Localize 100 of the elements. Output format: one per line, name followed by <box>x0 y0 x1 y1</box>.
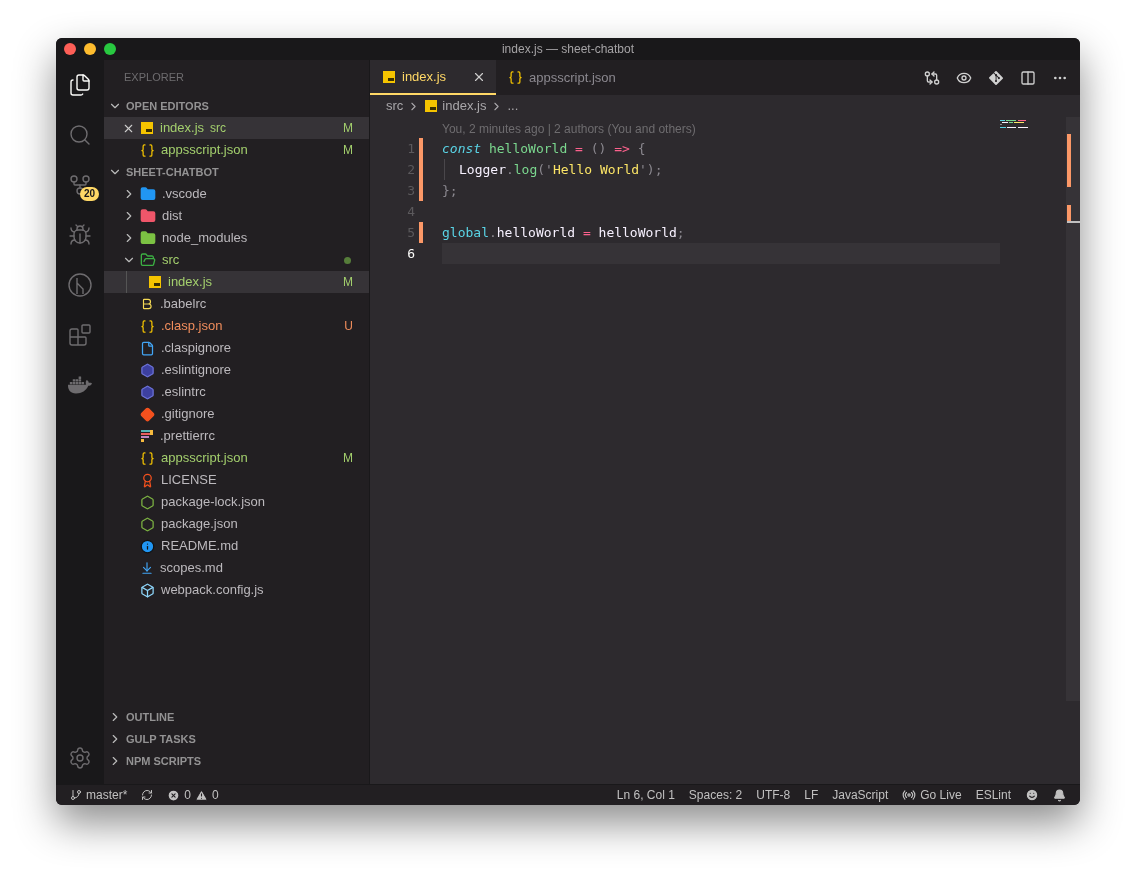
extensions-icon[interactable] <box>68 323 92 347</box>
diamond-icon <box>140 406 155 422</box>
b-letter-icon <box>140 297 154 311</box>
explorer-icon[interactable] <box>68 73 92 97</box>
section-header[interactable]: NPM SCRIPTS <box>104 750 369 772</box>
editor-tab[interactable]: appsscript.json <box>496 60 626 95</box>
file-name: .gitignore <box>161 405 215 424</box>
tree-row[interactable]: dist <box>104 205 369 227</box>
breadcrumb-item[interactable]: ... <box>507 96 519 116</box>
tree-row[interactable]: index.js src M <box>104 117 369 139</box>
error-icon <box>167 788 181 802</box>
tree-row[interactable]: src <box>104 249 369 271</box>
bell-icon[interactable] <box>1053 788 1066 802</box>
file-name: package.json <box>161 515 238 534</box>
file-name: .eslintignore <box>161 361 232 380</box>
status-item[interactable]: LF <box>804 786 819 804</box>
git-diamond-icon[interactable] <box>988 69 1004 86</box>
git-status-letter: M <box>343 120 353 137</box>
circle-branch-icon[interactable] <box>67 272 93 298</box>
problems-status[interactable]: 0 0 <box>167 786 219 804</box>
folder-icon <box>140 186 156 202</box>
section-header[interactable]: SHEET-CHATBOT <box>104 161 369 183</box>
tree-row[interactable]: scopes.md <box>104 557 369 579</box>
branch-icon <box>70 789 82 801</box>
code-line: const helloWorld = () => { <box>442 139 647 158</box>
tree-row[interactable]: appsscript.json M <box>104 139 369 161</box>
git-status-letter: M <box>343 142 353 159</box>
status-item[interactable]: UTF-8 <box>756 786 791 804</box>
status-item[interactable]: Spaces: 2 <box>688 786 743 804</box>
code-line: global.helloWorld = helloWorld; <box>442 223 686 242</box>
tree-row[interactable]: appsscript.json M <box>104 447 369 469</box>
file-name: package-lock.json <box>161 493 266 512</box>
go-live-button[interactable]: Go Live <box>902 786 962 804</box>
tree-row[interactable]: .gitignore <box>104 403 369 425</box>
tree-row[interactable]: .babelrc <box>104 293 369 315</box>
tree-row[interactable]: package.json <box>104 513 369 535</box>
zoom-window-button[interactable] <box>104 43 116 55</box>
braces-icon <box>140 450 155 466</box>
hexagon-icon <box>140 362 155 378</box>
whale-icon[interactable] <box>68 373 92 397</box>
section-title: OUTLINE <box>126 709 175 725</box>
braces-icon <box>140 318 155 334</box>
section-header[interactable]: OUTLINE <box>104 706 369 728</box>
status-item[interactable]: ESLint <box>975 786 1011 804</box>
down-arrow-icon <box>140 561 154 575</box>
smiley-icon[interactable] <box>1025 788 1039 802</box>
git-status-letter: M <box>343 274 353 291</box>
tree-row[interactable]: .eslintrc <box>104 381 369 403</box>
warning-icon <box>195 788 209 802</box>
tree-row[interactable]: node_modules <box>104 227 369 249</box>
tree-row[interactable]: .prettierrc <box>104 425 369 447</box>
count-badge: 20 <box>80 187 100 201</box>
file-icon <box>140 340 155 356</box>
tree-row[interactable]: README.md <box>104 535 369 557</box>
search-icon[interactable] <box>68 123 92 147</box>
tree-row[interactable]: .clasp.json U <box>104 315 369 337</box>
tree-row[interactable]: package-lock.json <box>104 491 369 513</box>
section-title: NPM SCRIPTS <box>126 753 202 769</box>
warning-count: 0 <box>212 787 219 804</box>
hexagon-icon <box>140 384 155 400</box>
sync-icon[interactable] <box>141 789 154 801</box>
sidebar-title: EXPLORER <box>124 70 184 86</box>
code-line: Logger.log('Hello World'); <box>442 159 1000 180</box>
hexagon-icon <box>140 516 155 532</box>
compare-icon[interactable] <box>924 69 940 86</box>
close-window-button[interactable] <box>64 43 76 55</box>
file-name: .claspignore <box>161 339 232 358</box>
branch-status[interactable]: master* <box>70 786 128 804</box>
section-header[interactable]: GULP TASKS <box>104 728 369 750</box>
tree-row[interactable]: LICENSE <box>104 469 369 491</box>
section-title: GULP TASKS <box>126 731 196 747</box>
certificate-icon <box>140 472 155 488</box>
breadcrumb-item[interactable]: src <box>386 96 404 116</box>
status-item[interactable]: JavaScript <box>832 786 889 804</box>
editor-tab[interactable]: index.js <box>370 60 497 95</box>
tree-row[interactable]: webpack.config.js <box>104 579 369 601</box>
cube-icon <box>140 582 155 598</box>
settings-icon[interactable] <box>68 746 92 770</box>
file-name: README.md <box>161 537 239 556</box>
minimize-window-button[interactable] <box>84 43 96 55</box>
tree-row[interactable]: index.js M <box>104 271 369 293</box>
tree-row[interactable]: .claspignore <box>104 337 369 359</box>
tree-row[interactable]: .vscode <box>104 183 369 205</box>
file-name: .clasp.json <box>161 317 223 336</box>
file-name: webpack.config.js <box>161 581 264 600</box>
git-status-letter: M <box>343 450 353 467</box>
stripes-icon <box>140 429 154 443</box>
js-file-icon <box>382 69 396 84</box>
bug-icon[interactable] <box>68 223 92 247</box>
breadcrumb-item[interactable]: index.js <box>442 96 487 116</box>
file-name: dist <box>162 207 183 226</box>
braces-icon <box>140 142 155 158</box>
status-item[interactable]: Ln 6, Col 1 <box>616 786 675 804</box>
file-name: index.js <box>160 119 205 138</box>
split-editor-icon[interactable] <box>1020 69 1036 86</box>
file-name: .eslintrc <box>161 383 206 402</box>
section-header[interactable]: OPEN EDITORS <box>104 95 369 117</box>
folder-hint: src <box>210 120 227 137</box>
section-title: OPEN EDITORS <box>126 98 209 114</box>
tree-row[interactable]: .eslintignore <box>104 359 369 381</box>
